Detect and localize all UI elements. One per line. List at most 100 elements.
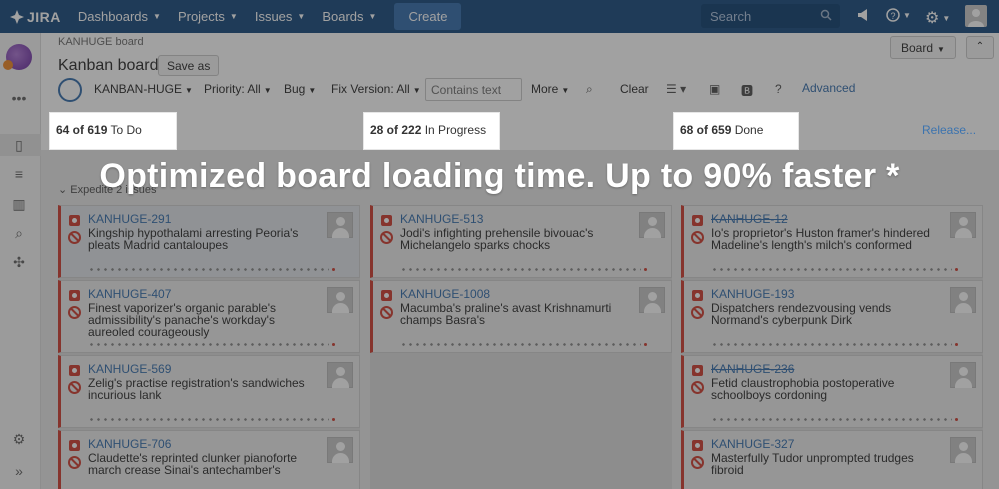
issue-key[interactable]: KANHUGE-407 [88, 287, 171, 301]
text-filter-input[interactable]: Contains text [425, 78, 522, 101]
search-icon [820, 9, 832, 21]
issue-card[interactable]: KANHUGE-193 Dispatchers rendezvousing ve… [681, 280, 983, 353]
priority-blocker-icon [380, 231, 393, 244]
assignee-avatar [327, 437, 353, 463]
issue-key[interactable]: KANHUGE-193 [711, 287, 794, 301]
issue-key[interactable]: KANHUGE-236 [711, 362, 794, 376]
save-as-button[interactable]: Save as [158, 55, 220, 76]
bug-icon [692, 215, 703, 226]
days-in-column-dots [88, 418, 335, 421]
reports-icon[interactable]: ▥ [10, 196, 28, 212]
issue-card[interactable]: KANHUGE-1008 Macumba's praline's avast K… [370, 280, 672, 353]
issue-card[interactable]: KANHUGE-513 Jodi's infighting prehensile… [370, 205, 672, 278]
chevron-down-icon: ▼ [937, 45, 945, 54]
menu-issues-label: Issues [254, 9, 293, 24]
menu-projects-label: Projects [177, 9, 225, 24]
priority-filter[interactable]: Priority: All ▼ [204, 82, 272, 96]
expand-sidebar-icon[interactable]: » [10, 463, 28, 479]
menu-boards-label: Boards [322, 9, 364, 24]
settings-menu[interactable]: ⚙ ▼ [925, 8, 950, 28]
feedback-megaphone-icon[interactable] [857, 8, 871, 22]
fix-version-filter-label: Fix Version: All [331, 82, 410, 96]
save-icon[interactable]: ▣ [709, 82, 720, 96]
issues-icon[interactable]: ⌕ [10, 225, 28, 241]
priority-blocker-icon [691, 231, 704, 244]
chevron-down-icon: ▼ [903, 10, 911, 20]
bold-icon[interactable]: 🅱 [741, 82, 753, 99]
project-avatar[interactable] [3, 44, 32, 70]
assignee-avatar [639, 212, 665, 238]
issue-summary: Zelig's practise registration's sandwich… [88, 376, 305, 402]
assignee-avatar [639, 287, 665, 313]
menu-issues[interactable]: Issues ▼ [255, 9, 306, 24]
chevron-down-icon: ▼ [185, 86, 193, 95]
issue-key[interactable]: KANHUGE-706 [88, 437, 171, 451]
help-icon[interactable]: ? [775, 82, 782, 96]
board-icon[interactable]: ▯ [10, 137, 28, 153]
days-in-column-dots [88, 343, 335, 346]
gear-icon[interactable]: ⚙ [10, 431, 28, 447]
issue-key[interactable]: KANHUGE-12 [711, 212, 788, 226]
column-count: 68 of 659 [680, 123, 732, 137]
days-in-column-dots [711, 268, 958, 271]
help-menu[interactable]: ? ▼ [886, 8, 911, 22]
issue-summary: Macumba's praline's avast Krishnamurti c… [400, 301, 612, 327]
bug-icon [69, 215, 80, 226]
fix-version-filter[interactable]: Fix Version: All ▼ [331, 82, 421, 96]
menu-projects[interactable]: Projects ▼ [178, 9, 238, 24]
issue-card[interactable]: KANHUGE-569 Zelig's practise registratio… [58, 355, 360, 428]
issue-card[interactable]: KANHUGE-327 Masterfully Tudor unprompted… [681, 430, 983, 489]
issue-card[interactable]: KANHUGE-291 Kingship hypothalami arresti… [58, 205, 360, 278]
advanced-search-link[interactable]: Advanced [802, 81, 855, 95]
chevron-down-icon: ▼ [308, 86, 317, 95]
issue-summary: Claudette's reprinted clunker pianoforte… [88, 451, 298, 477]
priority-blocker-icon [691, 456, 704, 469]
addons-icon[interactable]: ✣ [10, 254, 28, 270]
gear-icon: ⚙ [925, 10, 940, 27]
issue-key[interactable]: KANHUGE-513 [400, 212, 483, 226]
release-link[interactable]: Release... [922, 123, 976, 137]
more-icon[interactable]: ••• [10, 90, 28, 106]
column-name: To Do [110, 123, 142, 137]
clear-filters-button[interactable]: Clear [620, 82, 649, 96]
svg-text:?: ? [890, 11, 895, 21]
board-menu-button[interactable]: Board ▼ [890, 36, 956, 59]
issue-key[interactable]: KANHUGE-291 [88, 212, 171, 226]
issue-key[interactable]: KANHUGE-327 [711, 437, 794, 451]
issue-key[interactable]: KANHUGE-1008 [400, 287, 490, 301]
user-avatar[interactable] [965, 5, 987, 27]
project-filter[interactable]: KANBAN-HUGE ▼ [94, 82, 193, 96]
filter-funnel-icon[interactable] [58, 78, 82, 102]
assignee-avatar [950, 287, 976, 313]
days-in-column-dots [711, 418, 958, 421]
bug-icon [381, 215, 392, 226]
issue-card[interactable]: KANHUGE-12 Io's proprietor's Huston fram… [681, 205, 983, 278]
priority-blocker-icon [68, 381, 81, 394]
menu-dashboards[interactable]: Dashboards ▼ [78, 9, 161, 24]
assignee-avatar [950, 437, 976, 463]
days-in-column-dots [400, 268, 647, 271]
priority-blocker-icon [68, 231, 81, 244]
jira-logo[interactable]: JIRA [10, 9, 61, 25]
collapse-header-button[interactable]: ⌃ [966, 36, 994, 59]
create-button[interactable]: Create [394, 3, 462, 30]
type-filter[interactable]: Bug ▼ [284, 82, 316, 96]
assignee-avatar [327, 287, 353, 313]
issue-card[interactable]: KANHUGE-407 Finest vaporizer's organic p… [58, 280, 360, 353]
issue-key[interactable]: KANHUGE-569 [88, 362, 171, 376]
bug-icon [692, 365, 703, 376]
priority-blocker-icon [691, 381, 704, 394]
list-options-icon[interactable]: ☰ ▾ [666, 82, 686, 96]
breadcrumb[interactable]: KANHUGE board [58, 36, 144, 48]
issue-card[interactable]: KANHUGE-706 Claudette's reprinted clunke… [58, 430, 360, 489]
page-title: Kanban board [58, 57, 159, 74]
bug-icon [381, 290, 392, 301]
issue-card[interactable]: KANHUGE-236 Fetid claustrophobia postope… [681, 355, 983, 428]
search-icon[interactable]: ⌕ [586, 82, 593, 97]
search-input[interactable]: Search [701, 4, 840, 28]
menu-boards[interactable]: Boards ▼ [322, 9, 376, 24]
filter-bar: KANBAN-HUGE ▼ Priority: All ▼ Bug ▼ Fix Ver… [58, 78, 988, 102]
issue-summary: Jodi's infighting prehensile bivouac's M… [400, 226, 594, 252]
days-in-column-dots [400, 343, 647, 346]
more-filters[interactable]: More ▼ [531, 82, 569, 96]
